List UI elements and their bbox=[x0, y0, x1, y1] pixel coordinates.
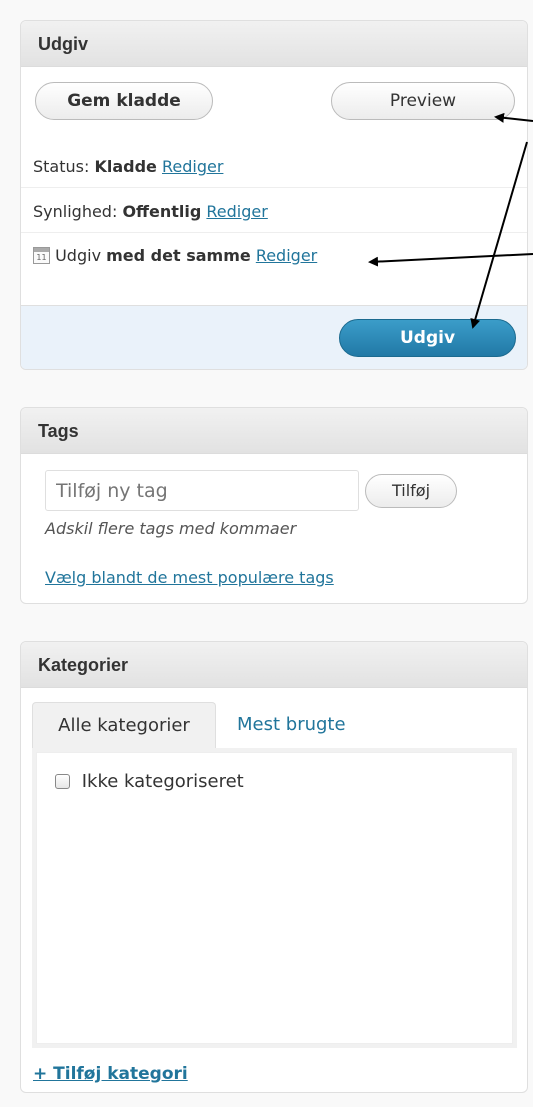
edit-visibility-link[interactable]: Rediger bbox=[206, 202, 267, 221]
divider bbox=[21, 187, 527, 188]
visibility-value: Offentlig bbox=[122, 202, 202, 221]
popular-tags-link[interactable]: Vælg blandt de mest populære tags bbox=[45, 568, 334, 587]
tab-all-categories[interactable]: Alle kategorier bbox=[32, 702, 216, 748]
visibility-row: Synlighed: Offentlig Rediger bbox=[21, 202, 527, 221]
status-label: Status: bbox=[33, 157, 90, 176]
add-category-link[interactable]: + Tilføj kategori bbox=[33, 1064, 188, 1084]
schedule-row: 11 Udgiv med det samme Rediger bbox=[21, 246, 527, 265]
visibility-label: Synlighed: bbox=[33, 202, 118, 221]
add-tag-button[interactable]: Tilføj bbox=[365, 474, 457, 508]
schedule-prefix: Udgiv bbox=[55, 246, 102, 265]
tab-most-used[interactable]: Mest brugte bbox=[225, 702, 358, 748]
schedule-value: med det samme bbox=[106, 246, 251, 265]
edit-status-link[interactable]: Rediger bbox=[162, 157, 223, 176]
calendar-icon: 11 bbox=[33, 247, 50, 264]
tags-hint: Adskil flere tags med kommaer bbox=[45, 519, 297, 538]
save-draft-button[interactable]: Gem kladde bbox=[35, 82, 213, 120]
categories-box: Kategorier Alle kategorier Mest brugte I… bbox=[20, 641, 528, 1093]
publish-box-title: Udgiv bbox=[21, 21, 527, 67]
publish-button[interactable]: Udgiv bbox=[339, 319, 516, 357]
edit-schedule-link[interactable]: Rediger bbox=[256, 246, 317, 265]
status-row: Status: Kladde Rediger bbox=[21, 157, 527, 176]
status-value: Kladde bbox=[94, 157, 157, 176]
new-tag-input[interactable] bbox=[45, 470, 359, 511]
categories-box-title: Kategorier bbox=[21, 642, 527, 688]
divider bbox=[21, 232, 527, 233]
tags-box: Tags Tilføj Adskil flere tags med kommae… bbox=[20, 407, 528, 604]
publish-box: Udgiv Gem kladde Preview Status: Kladde … bbox=[20, 20, 528, 370]
tags-box-title: Tags bbox=[21, 408, 527, 454]
list-item: Ikke kategoriseret bbox=[55, 771, 244, 792]
category-checkbox[interactable] bbox=[55, 774, 70, 789]
category-label: Ikke kategoriseret bbox=[81, 771, 244, 792]
preview-button[interactable]: Preview bbox=[331, 82, 515, 120]
category-list: Ikke kategoriseret bbox=[32, 748, 517, 1048]
